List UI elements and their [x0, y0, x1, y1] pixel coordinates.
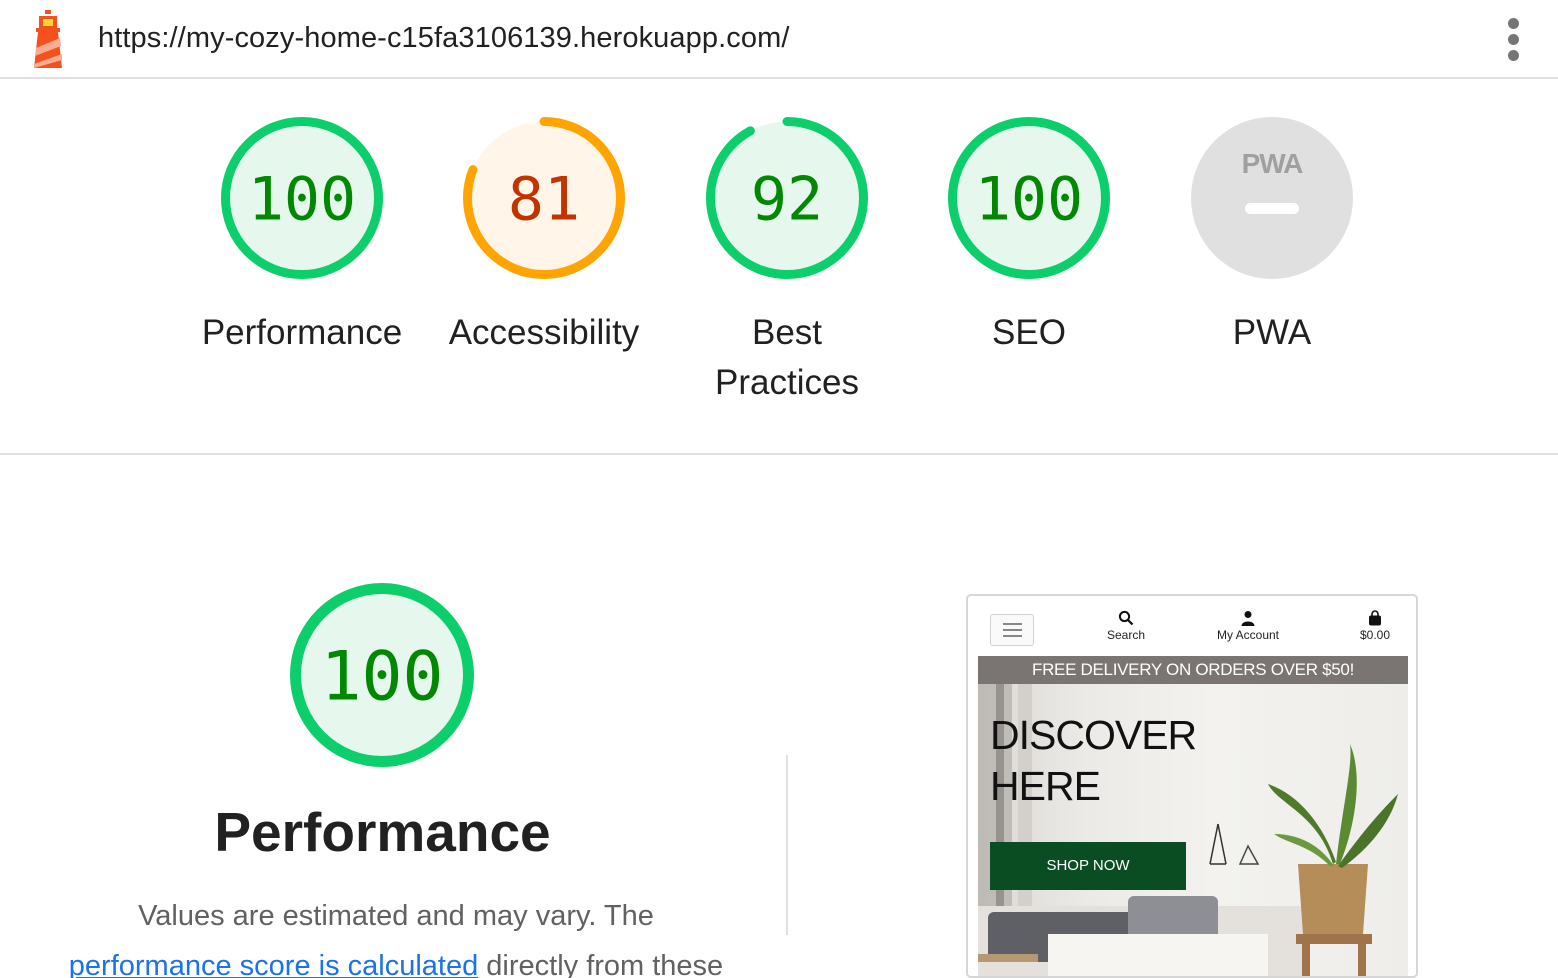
- lighthouse-icon: [34, 10, 62, 68]
- gauge-score: 100: [975, 165, 1083, 235]
- gauge-performance[interactable]: 100 Performance: [182, 116, 422, 358]
- gauge-label: Performance: [201, 313, 403, 352]
- performance-score-gauge: 100: [290, 583, 474, 767]
- shop-now-button: SHOP NOW: [990, 842, 1186, 890]
- gauge-score: 81: [508, 165, 580, 235]
- url-bar: https://my-cozy-home-c15fa3106139.heroku…: [0, 0, 1558, 79]
- gauge-score: 92: [751, 165, 823, 235]
- gauge-label: PWA: [1232, 313, 1312, 352]
- category-gauges: 100 Performance 81 Accessibility 92 Best…: [0, 80, 1558, 453]
- section-description: Values are estimated and may vary. The p…: [36, 891, 756, 978]
- thumb-account: My Account: [1208, 610, 1288, 642]
- thumb-search: Search: [1096, 610, 1156, 642]
- gauge-best-practices[interactable]: 92 Best Practices: [667, 116, 907, 408]
- gauge-label: Accessibility: [448, 313, 640, 352]
- section-title: Performance: [214, 801, 551, 863]
- hero-heading: DISCOVER HERE: [990, 710, 1197, 812]
- score-ring: 100: [221, 117, 383, 279]
- gauge-label: SEO: [992, 313, 1066, 352]
- desc-tail: directly from these: [478, 950, 724, 978]
- gauge-score: 100: [248, 165, 356, 235]
- thumb-cart: $0.00: [1350, 610, 1400, 642]
- score-ring: 81: [463, 117, 625, 279]
- score-ring: 92: [706, 117, 868, 279]
- thumb-cart-total: $0.00: [1359, 628, 1391, 642]
- delivery-banner: FREE DELIVERY ON ORDERS OVER $50!: [978, 656, 1408, 684]
- page-url: https://my-cozy-home-c15fa3106139.heroku…: [98, 22, 790, 54]
- na-dash-icon: [1245, 203, 1299, 214]
- gauge-accessibility[interactable]: 81 Accessibility: [424, 116, 664, 358]
- more-vert-icon[interactable]: [1500, 16, 1528, 62]
- pwa-badge-text: PWA: [1242, 148, 1304, 179]
- vertical-divider: [786, 755, 788, 935]
- thumb-search-label: Search: [1106, 628, 1146, 642]
- score-ring: 100: [948, 117, 1110, 279]
- score-calculation-link[interactable]: performance score is calculated: [69, 950, 478, 978]
- hero-image: DISCOVER HERE SHOP NOW: [978, 684, 1408, 976]
- search-icon: [1118, 610, 1134, 626]
- hero-line-1: DISCOVER: [990, 712, 1197, 758]
- pwa-badge-icon: PWA: [1191, 117, 1353, 279]
- shopping-bag-icon: [1369, 610, 1381, 626]
- gauge-score: 100: [321, 637, 444, 716]
- hero-line-2: HERE: [990, 763, 1101, 809]
- hamburger-icon: [990, 614, 1034, 646]
- thumb-navbar: Search My Account $0.00: [968, 596, 1416, 656]
- gauge-seo[interactable]: 100 SEO: [909, 116, 1149, 358]
- performance-section: 100 Performance Values are estimated and…: [0, 455, 1558, 978]
- desc-lead: Values are estimated and may vary. The: [138, 900, 654, 932]
- thumb-account-label: My Account: [1216, 628, 1280, 642]
- pwa-badge-bg: [1191, 117, 1353, 279]
- gauge-label: Best Practices: [715, 313, 859, 402]
- final-screenshot: Search My Account $0.00 FREE DELIVERY ON…: [966, 594, 1418, 978]
- user-icon: [1241, 611, 1255, 626]
- gauge-pwa[interactable]: PWA PWA: [1152, 116, 1392, 358]
